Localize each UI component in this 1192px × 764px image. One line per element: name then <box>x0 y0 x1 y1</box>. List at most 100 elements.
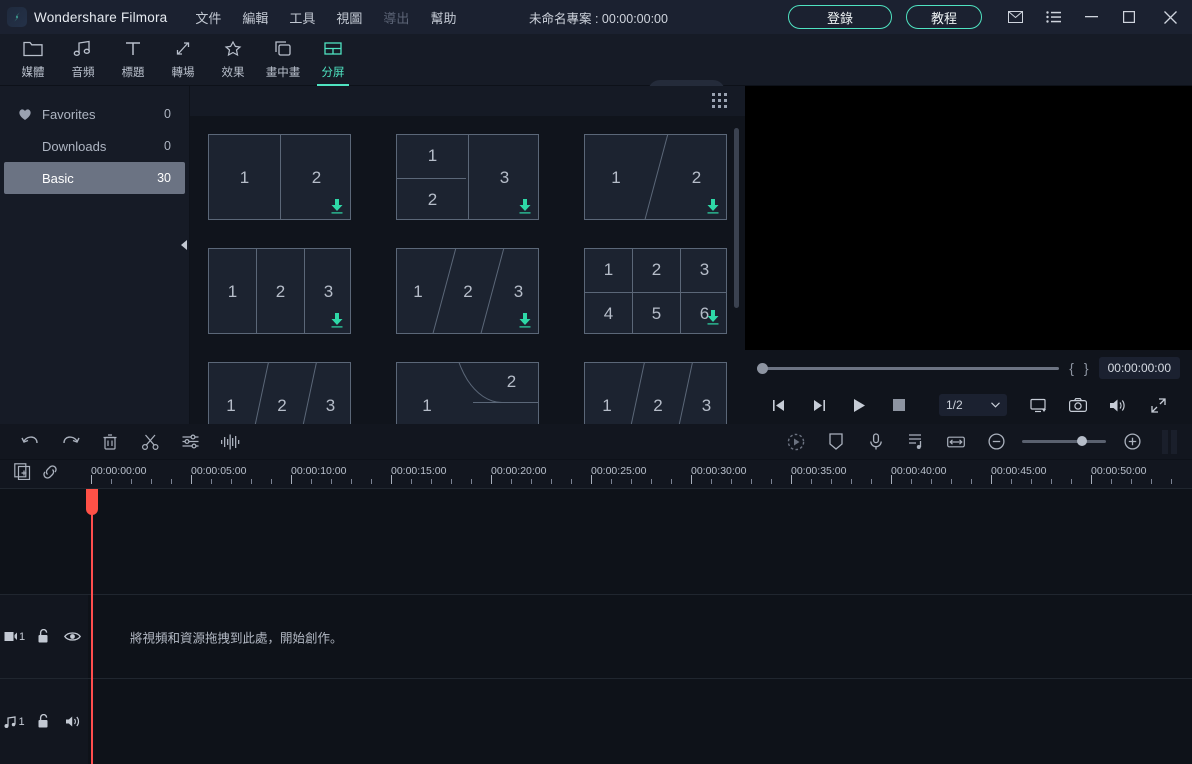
ruler-minor-tick <box>651 479 652 484</box>
ruler-time-label: 00:00:25:00 <box>591 465 647 477</box>
play-button[interactable] <box>839 398 879 413</box>
mark-in-button[interactable]: { <box>1069 360 1074 376</box>
redo-arrow-icon[interactable] <box>50 424 90 460</box>
template-item[interactable]: 1 2 3 <box>584 361 727 424</box>
list-icon[interactable] <box>1034 0 1072 34</box>
ruler-minor-tick <box>731 479 732 484</box>
eye-icon[interactable] <box>58 631 87 642</box>
stop-button[interactable] <box>879 399 919 411</box>
tab-audio[interactable]: 音頻 <box>58 34 108 86</box>
video-track-1[interactable]: 1 將視頻和資源拖拽到此處，開始創作。 <box>0 595 1192 678</box>
template-item[interactable]: 1 2 3 4 5 6 <box>584 247 727 334</box>
undo-arrow-icon[interactable] <box>10 424 50 460</box>
seek-slider[interactable] <box>757 362 1060 374</box>
sidebar-item-downloads-count: 0 <box>164 139 171 153</box>
ruler-minor-tick <box>271 479 272 484</box>
add-track-icon[interactable] <box>14 463 31 485</box>
template-item[interactable]: 1 2 3 <box>396 247 539 334</box>
playback-quality-select[interactable]: 1/2 <box>939 394 1007 416</box>
collapse-sidebar-button[interactable] <box>179 232 190 258</box>
menu-view[interactable]: 視圖 <box>336 8 362 27</box>
timeline-playhead[interactable] <box>86 489 98 764</box>
template-item[interactable]: 1 2 <box>208 133 351 220</box>
audio-track-1[interactable]: 1 <box>0 679 1192 764</box>
minus-circle-icon[interactable] <box>976 424 1016 460</box>
video-track-lane[interactable]: 將視頻和資源拖拽到此處，開始創作。 <box>88 595 1192 678</box>
download-icon[interactable] <box>706 309 720 325</box>
template-cell-number: 2 <box>506 372 517 392</box>
expand-icon[interactable] <box>1138 397 1178 413</box>
speaker-icon[interactable] <box>58 715 87 728</box>
timeline-zoom-handle[interactable] <box>1077 436 1087 446</box>
tab-pip[interactable]: 畫中畫 <box>258 34 308 86</box>
ruler-major-tick <box>1091 475 1092 484</box>
ruler-minor-tick <box>131 479 132 484</box>
timeline-ruler[interactable]: 00:00:00:00 00:00:05:00 00:00:10:00 00:00:1… <box>88 460 1192 488</box>
template-scrollbar[interactable] <box>734 128 739 308</box>
template-preview: 1 2 3 <box>396 247 539 334</box>
grid-view-icon[interactable] <box>712 93 727 109</box>
fit-arrows-icon[interactable] <box>936 424 976 460</box>
sidebar-item-downloads[interactable]: Downloads 0 <box>4 130 185 162</box>
template-item[interactable]: 1 2 <box>396 361 539 424</box>
login-button[interactable]: 登錄 <box>788 5 892 29</box>
camera-icon[interactable] <box>1058 398 1098 413</box>
template-item[interactable]: 1 2 3 <box>208 361 351 424</box>
ruler-minor-tick <box>551 479 552 484</box>
audio-mixer-icon[interactable] <box>896 424 936 460</box>
marker-shield-icon[interactable] <box>816 424 856 460</box>
speaker-icon[interactable] <box>1098 398 1138 413</box>
tab-effects[interactable]: 效果 <box>208 34 258 86</box>
menu-tools[interactable]: 工具 <box>289 8 315 27</box>
trash-icon[interactable] <box>90 424 130 460</box>
render-play-icon[interactable] <box>776 424 816 460</box>
audio-track-lane[interactable] <box>88 679 1192 764</box>
playhead-handle[interactable] <box>86 489 98 515</box>
minimize-button[interactable] <box>1072 0 1110 34</box>
download-icon[interactable] <box>330 312 344 328</box>
tab-split-screen[interactable]: 分屏 <box>308 34 358 86</box>
download-icon[interactable] <box>518 312 532 328</box>
preview-video-stage[interactable] <box>745 86 1192 350</box>
download-icon[interactable] <box>706 198 720 214</box>
ruler-minor-tick <box>831 479 832 484</box>
link-chain-icon[interactable] <box>41 464 59 485</box>
mark-out-button[interactable]: } <box>1084 360 1089 376</box>
ruler-major-tick <box>291 475 292 484</box>
plus-circle-icon[interactable] <box>1112 424 1152 460</box>
seek-handle[interactable] <box>757 362 768 374</box>
tab-media[interactable]: 媒體 <box>8 34 58 86</box>
tutorial-button[interactable]: 教程 <box>906 5 982 29</box>
menu-edit[interactable]: 編輯 <box>242 8 268 27</box>
sliders-icon[interactable] <box>170 424 210 460</box>
ruler-time-label: 00:00:45:00 <box>991 465 1047 477</box>
prev-frame-button[interactable] <box>759 399 799 412</box>
template-item[interactable]: 1 2 3 <box>396 133 539 220</box>
unlock-icon[interactable] <box>29 629 58 644</box>
next-frame-button[interactable] <box>799 399 839 412</box>
menu-file[interactable]: 文件 <box>195 8 221 27</box>
monitor-icon[interactable] <box>1018 398 1058 413</box>
download-icon[interactable] <box>518 198 532 214</box>
template-scroll-area[interactable]: 1 2 1 2 3 1 2 1 2 3 1 2 3 1 2 3 4 5 6 1 … <box>190 115 745 424</box>
mail-icon[interactable] <box>996 0 1034 34</box>
template-item[interactable]: 1 2 <box>584 133 727 220</box>
download-icon[interactable] <box>330 198 344 214</box>
tab-transition[interactable]: 轉場 <box>158 34 208 86</box>
template-item[interactable]: 1 2 3 <box>208 247 351 334</box>
waveform-icon[interactable] <box>210 424 250 460</box>
unlock-icon[interactable] <box>29 714 58 729</box>
tab-title[interactable]: 標題 <box>108 34 158 86</box>
close-button[interactable] <box>1148 0 1192 34</box>
microphone-icon[interactable] <box>856 424 896 460</box>
sidebar-item-favorites[interactable]: Favorites 0 <box>4 98 185 130</box>
maximize-button[interactable] <box>1110 0 1148 34</box>
scissors-icon[interactable] <box>130 424 170 460</box>
sidebar-item-basic[interactable]: Basic 30 <box>4 162 185 194</box>
template-cell-number: 5 <box>651 303 662 323</box>
ruler-minor-tick <box>971 479 972 484</box>
menu-help[interactable]: 幫助 <box>430 8 456 27</box>
timeline-blank-area[interactable] <box>0 489 1192 594</box>
ruler-minor-tick <box>111 479 112 484</box>
timeline-zoom-slider[interactable] <box>1022 436 1106 446</box>
